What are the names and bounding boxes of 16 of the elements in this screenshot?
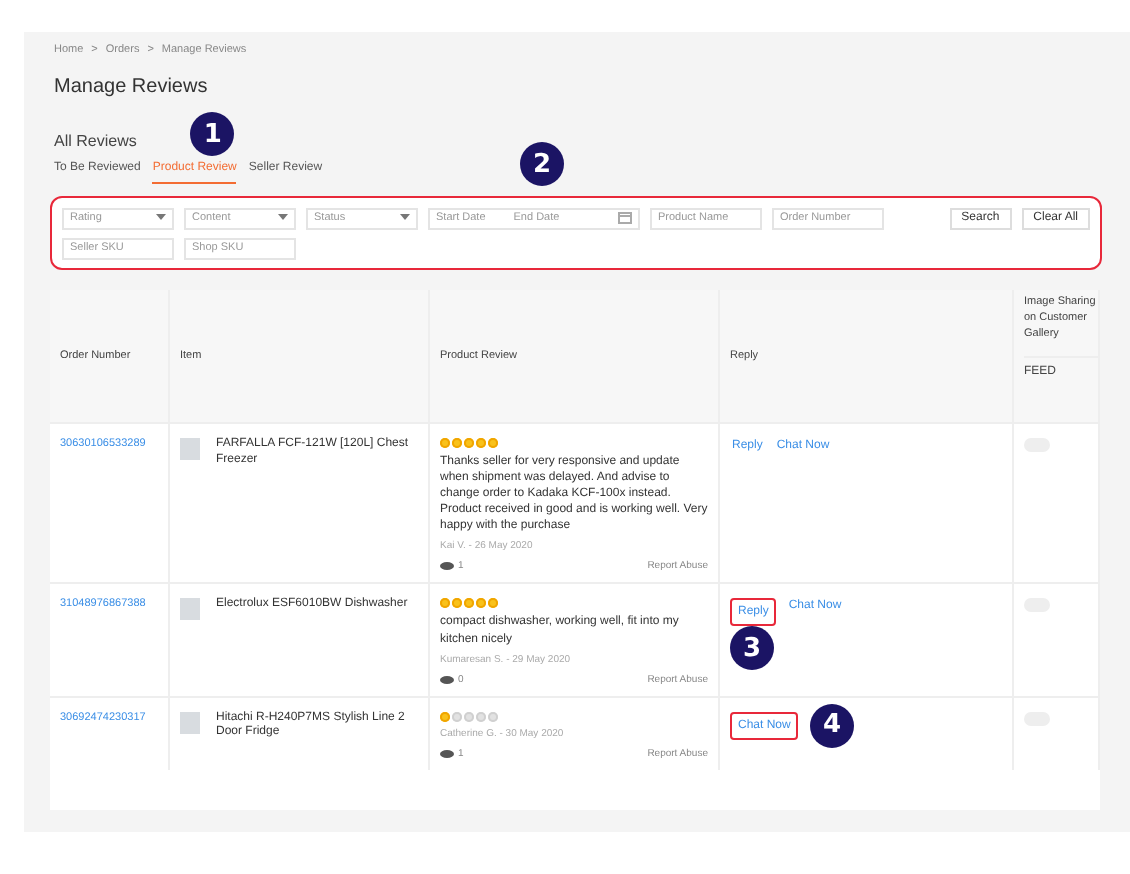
step-number-badge: 2 [520, 142, 564, 186]
eye-icon [440, 675, 454, 684]
product-thumbnail [180, 598, 200, 621]
section-title: All Reviews [54, 132, 137, 150]
page-title: Manage Reviews [54, 76, 210, 98]
step-number-badge: 1 [190, 112, 235, 156]
product-thumbnail [180, 438, 200, 460]
eye-icon [440, 562, 454, 571]
step-number-badge: 3 [730, 626, 774, 671]
caret-icon [278, 212, 288, 224]
eye-icon [440, 749, 454, 758]
caret-icon [156, 212, 166, 224]
caret-icon [400, 212, 410, 224]
calendar-icon [618, 212, 632, 224]
step-number-badge: 4 [810, 703, 854, 748]
product-thumbnail [180, 711, 200, 734]
